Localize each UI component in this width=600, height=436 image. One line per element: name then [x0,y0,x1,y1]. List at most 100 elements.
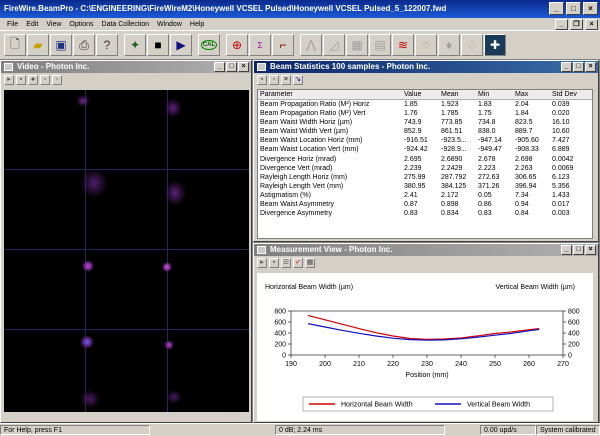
help-cursor-icon[interactable]: ? [96,34,118,56]
table-icon[interactable]: ▦ [305,258,315,268]
menu-edit[interactable]: Edit [22,21,42,28]
menu-file[interactable]: File [3,21,22,28]
y-tick-label-left: 600 [274,320,286,327]
save-disk-icon[interactable]: ▣ [50,34,72,56]
chart-icon[interactable]: ◿ [323,34,345,56]
table-cell: 272.63 [478,173,500,181]
col-header-value[interactable]: Value [402,90,439,100]
table-cell: 1.76 [404,110,418,118]
table-cell: -905.60 [515,137,539,145]
minimize-button[interactable]: _ [561,245,572,255]
menu-data-collection[interactable]: Data Collection [98,21,153,28]
col-header-mean[interactable]: Mean [439,90,476,100]
record-icon[interactable]: ▸ [4,75,14,85]
table-row[interactable]: Rayleigh Length Vert (mm) 380.95 384.125 37… [258,182,592,191]
table-cell: 2.678 [478,155,496,163]
col-header-parameter[interactable]: Parameter [258,90,402,100]
capture-icon[interactable]: ✦ [124,34,146,56]
col-header-min[interactable]: Min [476,90,513,100]
table-cell: 7.427 [552,137,570,145]
close-button[interactable]: × [238,62,249,72]
table-cell: 396.94 [515,182,537,190]
minimize-button[interactable]: _ [561,62,572,72]
table-row[interactable]: Beam Propagation Ratio (M²) Vert 1.76 1.78… [258,109,592,118]
horizontal-width-line [307,314,540,340]
close-button[interactable]: × [583,2,598,15]
minimize-button[interactable]: _ [549,2,564,15]
table-row[interactable]: Astigmatism (%) 2.41 2.172 0.05 7.34 1.433 [258,191,592,200]
table-row[interactable]: Beam Waist Width Vert (µm) 852.9 861.51 838… [258,127,592,136]
stop-icon[interactable]: ▪ [269,258,279,268]
open-folder-icon[interactable]: ▰ [27,34,49,56]
play-icon[interactable]: ▶ [170,34,192,56]
menu-view[interactable]: View [42,21,65,28]
col-header-max[interactable]: Max [513,90,550,100]
table-row[interactable]: Beam Waist Asymmetry 0.87 0.898 0.86 0.94 0.0… [258,200,592,209]
table-cell: 306.65 [515,173,537,181]
table-row[interactable]: Divergence Horiz (mrad) 2.695 2.6890 2.678 2… [258,154,592,163]
reset-icon[interactable]: ▫ [269,75,279,85]
table-row[interactable]: Rayleigh Length Horiz (mm) 275.99 287.792 2… [258,173,592,182]
view-icon[interactable]: ♢ [461,34,483,56]
menu-options[interactable]: Options [65,21,97,28]
print-icon[interactable]: ⎙ [73,34,95,56]
table-row[interactable]: Beam Waist Location Vert (mm) -924.42 -928… [258,145,592,154]
curve-icon[interactable]: ✓ [293,258,303,268]
menu-bar: File Edit View Options Data Collection W… [0,18,600,30]
table-cell: 861.51 [441,128,463,136]
col-header-stddev[interactable]: Std Dev [550,90,592,100]
table-icon[interactable]: ▤ [369,34,391,56]
table-cell: 6.123 [552,173,570,181]
maximize-button[interactable]: □ [566,2,581,15]
scatter-icon[interactable]: ⁘ [415,34,437,56]
mdi-minimize-button[interactable]: _ [555,19,568,30]
plot-icon[interactable]: ≋ [392,34,414,56]
stats-icon[interactable]: Σ [249,34,271,56]
table-icon[interactable]: ▦ [346,34,368,56]
table-cell: 0.83 [478,210,492,218]
laser-icon[interactable]: ⌐ [272,34,294,56]
mdi-close-button[interactable]: × [585,19,598,30]
crosshair-icon[interactable]: ⊕ [226,34,248,56]
table-row[interactable]: Beam Waist Width Horiz (µm) 743.9 773.85 73… [258,118,592,127]
stop-icon[interactable]: ▪ [16,75,26,85]
status-db: 0 dB; 2.24 ms [275,425,445,435]
table-cell: 0.039 [552,101,570,108]
list-icon[interactable]: ☰ [281,258,291,268]
menu-window[interactable]: Window [153,21,186,28]
menu-help[interactable]: Help [186,21,208,28]
cal-icon[interactable]: CAL [198,34,220,56]
calibrate-icon[interactable]: ✚ [484,34,506,56]
new-file-icon[interactable]: 🗋 [4,34,26,56]
maximize-button[interactable]: □ [226,62,237,72]
stop-icon[interactable]: ■ [147,34,169,56]
close-button[interactable]: × [585,62,596,72]
table-cell: 287.792 [441,173,467,181]
table-row[interactable]: Divergence Vert (mrad) 2.239 2.2429 2.223 2.… [258,164,592,173]
table-cell: 2.695 [404,155,422,163]
table-cell: Beam Waist Width Vert (µm) [260,128,349,136]
table-cell: 0.83 [404,210,418,218]
y-tick-label-right: 0 [568,353,572,360]
palette-icon[interactable]: ◦ [52,75,62,85]
mdi-restore-button[interactable]: ❐ [570,19,583,30]
profile-icon[interactable]: ⋀ [300,34,322,56]
measurement-window-title: Measurement View - Photon Inc. [270,245,393,254]
table-row[interactable]: Beam Propagation Ratio (M²) Horiz 1.85 1.9… [258,100,592,110]
beam-width-chart: Horizontal Beam Width (µm) Vertical Beam … [265,284,580,412]
snapshot-icon[interactable]: ● [28,75,38,85]
zoom-icon[interactable]: ▫ [40,75,50,85]
close-button[interactable]: × [585,245,596,255]
maximize-button[interactable]: □ [573,245,584,255]
sort-icon[interactable]: ↘ [293,75,303,85]
view-icon[interactable]: ♦ [438,34,460,56]
table-row[interactable]: Beam Waist Location Horiz (mm) -916.51 -92… [258,136,592,145]
minimize-button[interactable]: _ [214,62,225,72]
maximize-button[interactable]: □ [573,62,584,72]
table-cell: -908.33 [515,146,539,154]
y-tick-label-right: 200 [568,342,580,349]
play-icon[interactable]: ▸ [257,258,267,268]
table-row[interactable]: Divergence Asymmetry 0.83 0.834 0.83 0.84 0.0… [258,209,592,218]
settings-icon[interactable]: ▪ [257,75,267,85]
delete-icon[interactable]: × [281,75,291,85]
